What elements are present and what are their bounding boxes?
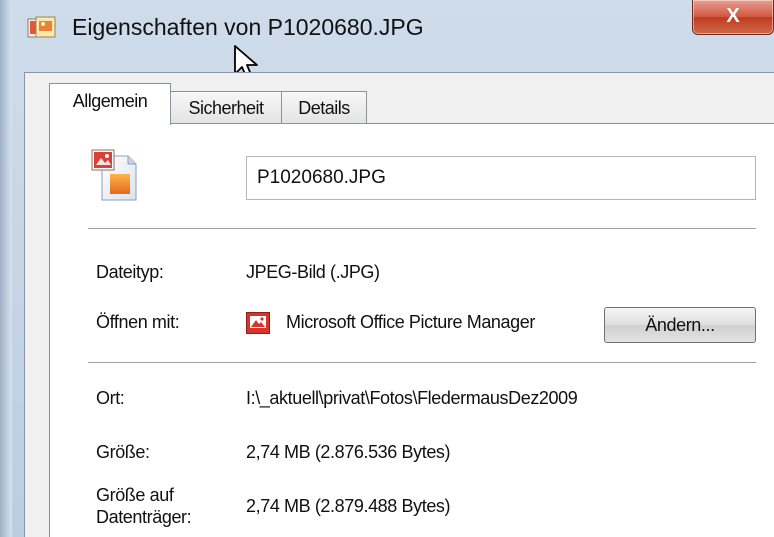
- window-left-frame: [0, 0, 12, 537]
- disk-size-label: Größe auf Datenträger:: [96, 484, 192, 528]
- filetype-label: Dateityp:: [96, 262, 164, 282]
- window-title: Eigenschaften von P1020680.JPG: [72, 14, 424, 40]
- open-with-app-name: Microsoft Office Picture Manager: [286, 312, 535, 332]
- size-label: Größe:: [96, 442, 150, 462]
- change-button[interactable]: Ändern...: [604, 307, 756, 343]
- separator-middle: [88, 362, 756, 364]
- disk-size-label-line1: Größe auf: [96, 485, 174, 505]
- jpeg-file-icon: [91, 149, 137, 201]
- general-tab-panel: Dateityp: JPEG-Bild (.JPG) Öffnen mit: M…: [49, 123, 774, 537]
- close-button[interactable]: X: [692, 0, 774, 35]
- location-value: I:\_aktuell\privat\Fotos\FledermausDez20…: [246, 388, 578, 408]
- picture-manager-icon: [246, 312, 270, 334]
- disk-size-value: 2,74 MB (2.879.488 Bytes): [246, 496, 451, 516]
- tab-details[interactable]: Details: [281, 91, 367, 124]
- filetype-value: JPEG-Bild (.JPG): [246, 262, 380, 282]
- dialog-body: Allgemein Sicherheit Details P1020680.JP…: [24, 72, 774, 537]
- open-with-label: Öffnen mit:: [96, 312, 180, 332]
- tab-sicherheit[interactable]: Sicherheit: [169, 91, 283, 124]
- disk-size-label-line2: Datenträger:: [96, 507, 192, 527]
- tab-allgemein[interactable]: Allgemein: [49, 83, 171, 125]
- title-bar[interactable]: Eigenschaften von P1020680.JPG X: [12, 0, 774, 52]
- location-label: Ort:: [96, 388, 125, 408]
- file-name-field[interactable]: [246, 156, 756, 200]
- separator-top: [88, 228, 756, 230]
- properties-window: Eigenschaften von P1020680.JPG X Allgeme…: [0, 0, 774, 537]
- image-properties-icon: [27, 16, 56, 38]
- size-value: 2,74 MB (2.876.536 Bytes): [246, 442, 451, 462]
